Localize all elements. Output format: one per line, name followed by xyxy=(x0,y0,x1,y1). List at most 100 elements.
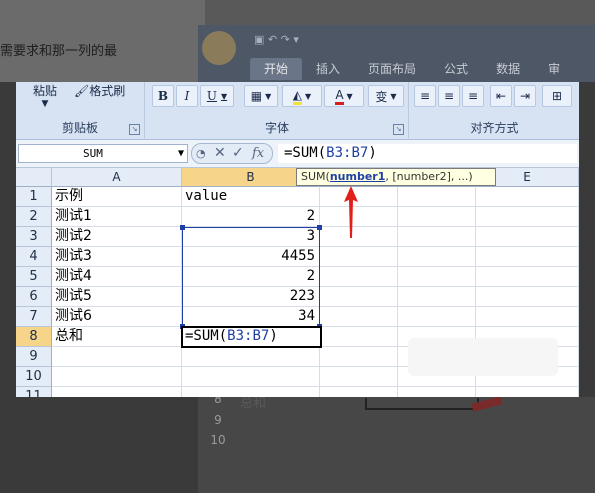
tab-data[interactable]: 数据 xyxy=(482,58,534,80)
cell-b[interactable]: 34 xyxy=(182,307,320,327)
align-left-icon[interactable]: ≡ xyxy=(414,85,436,107)
worksheet[interactable]: A B C D E 1示例value2测试123测试234测试344555测试4… xyxy=(16,168,579,397)
cell-empty[interactable] xyxy=(398,387,476,397)
confirm-icon[interactable]: ✓ xyxy=(232,145,244,161)
cell-a[interactable]: 测试1 xyxy=(52,207,182,227)
cell-empty[interactable] xyxy=(320,287,398,307)
cell-b[interactable]: 2 xyxy=(182,267,320,287)
font-color-label: A xyxy=(335,88,344,105)
active-cell-editor[interactable]: =SUM(B3:B7) xyxy=(181,326,322,348)
cell-b[interactable]: 4455 xyxy=(182,247,320,267)
tab-formulas[interactable]: 公式 xyxy=(430,58,482,80)
tab-home[interactable]: 开始 xyxy=(250,58,303,80)
fill-color-button[interactable]: ◭ ▼ xyxy=(282,85,322,107)
row-header[interactable]: 1 xyxy=(16,187,52,207)
cell-b[interactable]: 223 xyxy=(182,287,320,307)
tab-page-layout[interactable]: 页面布局 xyxy=(354,58,430,80)
row-header[interactable]: 3 xyxy=(16,227,52,247)
tab-review[interactable]: 审 xyxy=(534,58,574,80)
cell-b[interactable] xyxy=(182,367,320,387)
select-all-corner[interactable] xyxy=(16,168,52,187)
range-handle[interactable] xyxy=(180,225,185,230)
cell-empty[interactable] xyxy=(320,367,398,387)
chevron-down-icon[interactable]: ▼ xyxy=(178,145,184,162)
cell-a[interactable]: 测试4 xyxy=(52,267,182,287)
cell-b[interactable]: value xyxy=(182,187,320,207)
cell-a[interactable]: 测试2 xyxy=(52,227,182,247)
cell-a[interactable]: 测试5 xyxy=(52,287,182,307)
row-header[interactable]: 8 xyxy=(16,327,52,347)
increase-indent-icon[interactable]: ⇥ xyxy=(514,85,536,107)
cell-empty[interactable] xyxy=(476,267,579,287)
tooltip-arg1[interactable]: number1 xyxy=(330,170,386,183)
row-header[interactable]: 9 xyxy=(16,347,52,367)
cell-a[interactable] xyxy=(52,347,182,367)
grip-icon: ◔ xyxy=(196,147,206,160)
row-header[interactable]: 2 xyxy=(16,207,52,227)
tab-insert[interactable]: 插入 xyxy=(302,58,354,80)
cell-empty[interactable] xyxy=(398,207,476,227)
italic-button[interactable]: I xyxy=(176,85,198,107)
row-header[interactable]: 11 xyxy=(16,387,52,397)
cell-empty[interactable] xyxy=(476,227,579,247)
cell-empty[interactable] xyxy=(476,287,579,307)
paste-label: 粘贴 xyxy=(32,84,57,98)
row-header[interactable]: 6 xyxy=(16,287,52,307)
cell-a[interactable]: 测试3 xyxy=(52,247,182,267)
formula-input[interactable]: =SUM(B3:B7) xyxy=(278,144,577,163)
cell-empty[interactable] xyxy=(320,267,398,287)
row-header[interactable]: 10 xyxy=(16,367,52,387)
align-center-icon[interactable]: ≡ xyxy=(438,85,460,107)
cell-empty[interactable] xyxy=(320,307,398,327)
underline-button[interactable]: U ▼ xyxy=(200,85,234,107)
cell-a[interactable]: 测试6 xyxy=(52,307,182,327)
cell-empty[interactable] xyxy=(398,247,476,267)
cell-empty[interactable] xyxy=(476,247,579,267)
cell-a[interactable] xyxy=(52,387,182,397)
cell-empty[interactable] xyxy=(398,267,476,287)
cell-empty[interactable] xyxy=(476,387,579,397)
brush-icon: 🖌 xyxy=(74,84,90,98)
formula-ref: B3:B7 xyxy=(326,145,369,161)
font-color-button[interactable]: A ▼ xyxy=(324,85,364,107)
bold-button[interactable]: B xyxy=(152,85,174,107)
clipboard-launcher-icon[interactable]: ↘ xyxy=(129,124,140,135)
column-header-a[interactable]: A xyxy=(52,168,182,187)
cell-empty[interactable] xyxy=(320,187,398,207)
row-header[interactable]: 4 xyxy=(16,247,52,267)
cell-b[interactable]: 3 xyxy=(182,227,320,247)
cell-b[interactable]: 2 xyxy=(182,207,320,227)
cell-empty[interactable] xyxy=(398,307,476,327)
cell-empty[interactable] xyxy=(320,227,398,247)
cell-empty[interactable] xyxy=(476,207,579,227)
cell-empty[interactable] xyxy=(398,227,476,247)
merge-center-icon[interactable]: ⊞ xyxy=(542,85,572,107)
cell-empty[interactable] xyxy=(320,247,398,267)
cell-empty[interactable] xyxy=(476,187,579,207)
cell-a[interactable]: 总和 xyxy=(52,327,182,347)
paste-button[interactable]: 粘贴 ▼ xyxy=(24,82,66,112)
cell-a[interactable]: 示例 xyxy=(52,187,182,207)
cell-empty[interactable] xyxy=(476,307,579,327)
cell-empty[interactable] xyxy=(398,187,476,207)
format-painter-button[interactable]: 🖌格式刷 xyxy=(74,82,125,99)
cell-b[interactable] xyxy=(182,387,320,397)
border-button[interactable]: ▦ ▼ xyxy=(244,85,278,107)
insert-function-icon[interactable]: fx xyxy=(252,146,264,161)
cell-empty[interactable] xyxy=(320,207,398,227)
phonetic-button[interactable]: 变 ▼ xyxy=(368,85,404,107)
cell-empty[interactable] xyxy=(398,287,476,307)
cell-b[interactable] xyxy=(182,347,320,367)
name-box[interactable]: SUM ▼ xyxy=(18,144,188,163)
align-right-icon[interactable]: ≡ xyxy=(462,85,484,107)
cell-a[interactable] xyxy=(52,367,182,387)
decrease-indent-icon[interactable]: ⇤ xyxy=(490,85,512,107)
row-header[interactable]: 7 xyxy=(16,307,52,327)
range-handle[interactable] xyxy=(317,225,322,230)
cell-empty[interactable] xyxy=(320,327,398,347)
cancel-icon[interactable]: ✕ xyxy=(214,145,226,161)
cell-empty[interactable] xyxy=(320,387,398,397)
row-header[interactable]: 5 xyxy=(16,267,52,287)
font-launcher-icon[interactable]: ↘ xyxy=(393,124,404,135)
cell-empty[interactable] xyxy=(320,347,398,367)
